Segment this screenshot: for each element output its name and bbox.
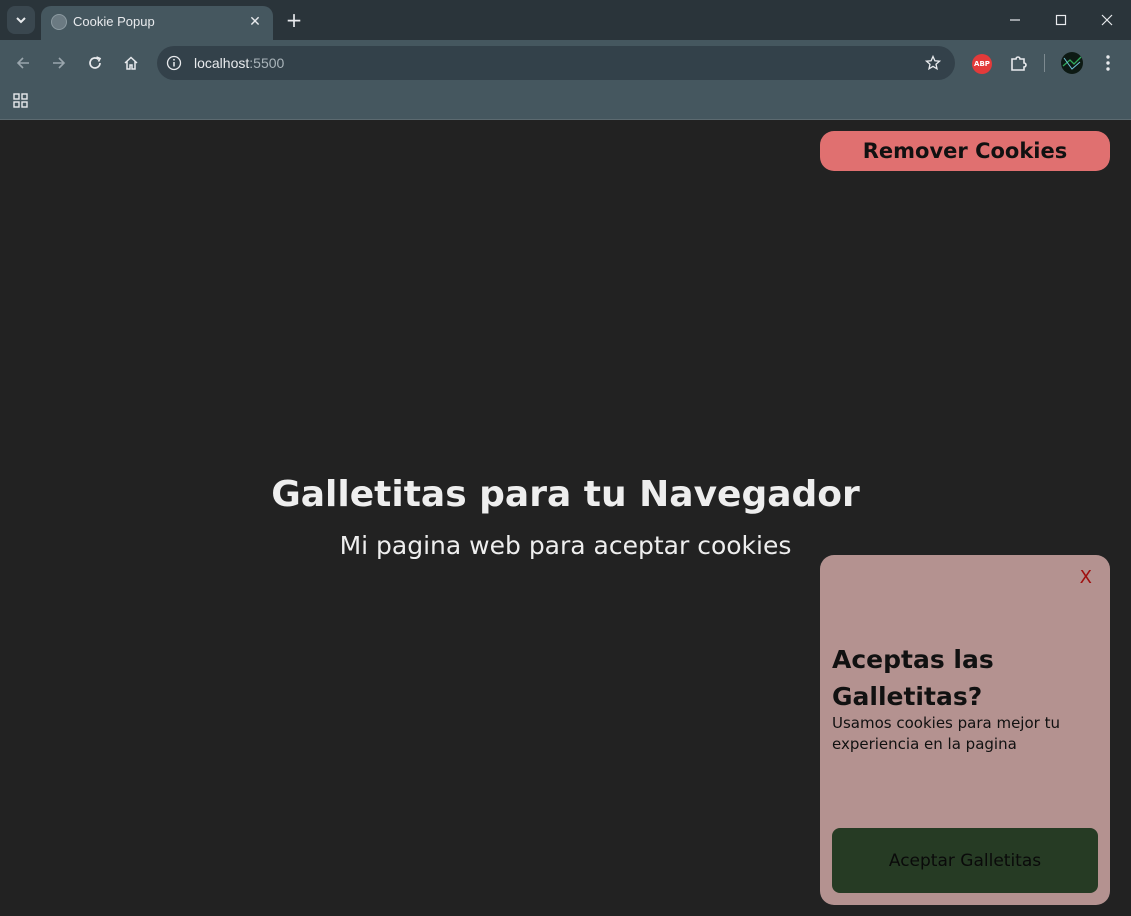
adblock-extension-icon[interactable]: ABP: [972, 54, 992, 74]
bookmarks-bar: [0, 86, 1131, 120]
reload-icon: [89, 56, 102, 69]
url-text: localhost:5500: [194, 55, 284, 71]
accept-cookies-button[interactable]: Aceptar Galletitas: [832, 828, 1098, 893]
popup-text: Usamos cookies para mejor tu experiencia…: [832, 714, 1060, 753]
popup-title: Aceptas las Galletitas?: [832, 645, 994, 711]
tab-title: Cookie Popup: [73, 14, 155, 29]
minimize-button[interactable]: [992, 0, 1038, 40]
url-host: localhost: [194, 55, 250, 71]
tab-cookie-popup[interactable]: Cookie Popup ✕: [41, 6, 273, 40]
kebab-menu-icon[interactable]: [1098, 52, 1118, 74]
arrow-left-icon: [16, 57, 29, 69]
tab-list-button[interactable]: [7, 6, 35, 34]
toolbar: localhost:5500: [0, 40, 1131, 86]
maximize-icon: [1055, 14, 1067, 26]
globe-icon: [51, 14, 67, 30]
forward-button[interactable]: [45, 49, 73, 77]
address-bar[interactable]: localhost:5500: [157, 46, 955, 80]
tab-close-icon[interactable]: ✕: [245, 12, 265, 32]
star-icon[interactable]: [923, 53, 943, 73]
maximize-button[interactable]: [1038, 0, 1084, 40]
chevron-down-icon: [16, 17, 26, 24]
tab-strip: Cookie Popup ✕ +: [0, 0, 1131, 40]
info-icon[interactable]: [165, 54, 183, 72]
cookie-popup: X Aceptas las Galletitas? Usamos cookies…: [820, 555, 1110, 905]
page-content: Remover Cookies Galletitas para tu Naveg…: [1, 121, 1130, 915]
new-tab-button[interactable]: +: [282, 7, 306, 33]
puzzle-icon[interactable]: [1008, 52, 1030, 74]
minimize-icon: [1010, 19, 1020, 21]
page-title: Galletitas para tu Navegador: [271, 474, 860, 515]
arrow-right-icon: [53, 57, 66, 69]
toolbar-separator: [1044, 54, 1045, 72]
back-button[interactable]: [9, 49, 37, 77]
popup-close-button[interactable]: X: [1080, 567, 1092, 588]
apps-grid-icon[interactable]: [12, 92, 30, 110]
remove-cookies-button[interactable]: Remover Cookies: [820, 131, 1110, 171]
reload-button[interactable]: [81, 49, 109, 77]
browser-window: Cookie Popup ✕ + localhost:5500 ABP Remo…: [0, 0, 1131, 916]
profile-avatar[interactable]: [1061, 52, 1083, 74]
url-port: :5500: [249, 55, 285, 71]
close-window-button[interactable]: [1084, 0, 1130, 40]
close-icon: [1101, 14, 1113, 26]
home-icon: [124, 56, 138, 70]
home-button[interactable]: [117, 49, 145, 77]
